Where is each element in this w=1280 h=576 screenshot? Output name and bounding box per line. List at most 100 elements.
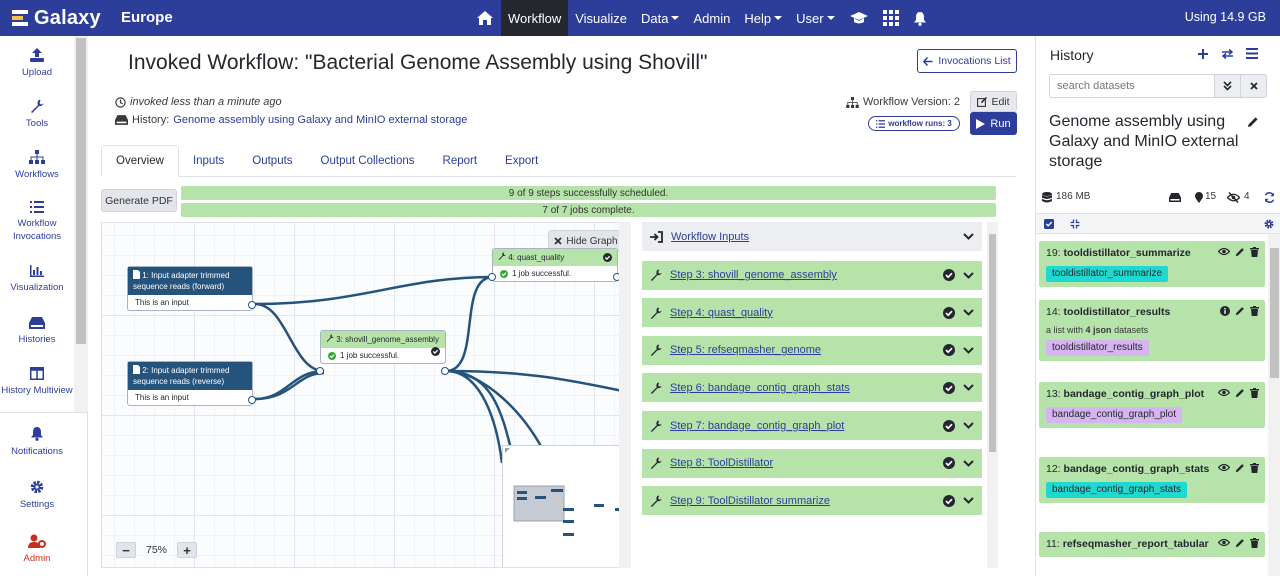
invocation-step[interactable]: Step 7: bandage_contig_graph_plot (642, 411, 982, 440)
refresh-icon[interactable] (1264, 192, 1275, 203)
step-label[interactable]: Step 5: refseqmasher_genome (670, 344, 935, 356)
invocation-step[interactable]: Step 9: ToolDistillator summarize (642, 486, 982, 516)
step-label[interactable]: Workflow Inputs (671, 231, 955, 243)
activity-notifications[interactable]: Notifications (0, 426, 74, 458)
info-icon[interactable] (1220, 306, 1230, 316)
hidden-count[interactable]: 4 (1244, 191, 1250, 202)
dataset-tag[interactable]: tooldistillator_results (1046, 340, 1149, 356)
tab-report[interactable]: Report (429, 145, 492, 177)
nav-help[interactable]: Help (737, 0, 789, 36)
nav-apps[interactable] (876, 0, 906, 36)
step-label[interactable]: Step 4: quast_quality (670, 307, 935, 319)
invocation-step[interactable]: Step 6: bandage_contig_graph_stats (642, 373, 982, 403)
history-scrollbar[interactable] (1268, 234, 1280, 576)
pencil-icon[interactable] (1235, 247, 1245, 257)
tab-output-collections[interactable]: Output Collections (307, 145, 429, 177)
generate-pdf-button[interactable]: Generate PDF (101, 189, 177, 212)
pencil-icon[interactable] (1235, 388, 1245, 398)
nav-user[interactable]: User (789, 0, 841, 36)
nav-data[interactable]: Data (634, 0, 686, 36)
history-dataset[interactable]: 11: refseqmasher_report_tabular (1039, 532, 1265, 557)
history-link[interactable]: Genome assembly using Galaxy and MinIO e… (173, 114, 467, 126)
activity-workflows[interactable]: Workflows (0, 150, 74, 181)
scrollbar-thumb[interactable] (76, 38, 86, 344)
graph-scrollbar[interactable] (619, 222, 631, 568)
nav-notifications[interactable] (906, 0, 934, 36)
check-square-icon[interactable] (1044, 219, 1054, 229)
activity-visualization[interactable]: Visualization (0, 265, 74, 294)
graph-node-quast[interactable]: 4: quast_quality 1 job successful. (488, 248, 621, 282)
tab-overview[interactable]: Overview (101, 145, 179, 177)
history-name[interactable]: Genome assembly using Galaxy and MinIO e… (1049, 112, 1239, 172)
trash-icon[interactable] (1250, 306, 1259, 316)
step-label[interactable]: Step 3: shovill_genome_assembly (670, 269, 935, 281)
eye-icon[interactable] (1218, 538, 1230, 547)
dataset-tag[interactable]: bandage_contig_graph_plot (1046, 407, 1182, 423)
gear-icon[interactable] (1264, 219, 1274, 229)
activity-tools[interactable]: Tools (0, 99, 74, 130)
activity-workflow-invocations[interactable]: Workflow Invocations (0, 201, 74, 243)
workflow-inputs-step[interactable]: Workflow Inputs (642, 222, 982, 251)
tab-inputs[interactable]: Inputs (179, 145, 238, 177)
trash-icon[interactable] (1250, 388, 1259, 398)
step-label[interactable]: Step 9: ToolDistillator summarize (670, 495, 935, 507)
input-terminal[interactable] (316, 367, 324, 375)
workflow-runs-badge[interactable]: workflow runs: 3 (868, 116, 960, 131)
output-terminal[interactable] (441, 367, 449, 375)
nav-admin[interactable]: Admin (686, 0, 737, 36)
activity-history-multiview[interactable]: History Multiview (0, 367, 74, 397)
tab-export[interactable]: Export (491, 145, 552, 177)
pencil-icon[interactable] (1247, 116, 1259, 128)
activity-histories[interactable]: Histories (0, 317, 74, 346)
zoom-out-button[interactable]: − (116, 542, 136, 558)
history-dataset[interactable]: 13: bandage_contig_graph_plot bandage_con… (1039, 382, 1265, 428)
activity-upload[interactable]: Upload (0, 48, 74, 79)
scrollbar-thumb[interactable] (989, 234, 996, 452)
workflow-graph[interactable]: Hide Graph 1: Input adapter trimmed sequ… (101, 222, 631, 568)
dataset-tag[interactable]: bandage_contig_graph_stats (1046, 482, 1187, 498)
activity-settings[interactable]: Settings (0, 480, 74, 511)
output-terminal[interactable] (248, 396, 256, 404)
history-dataset[interactable]: 19: tooldistillator_summarize tooldistill… (1039, 241, 1265, 287)
graph-node-input-reverse[interactable]: 2: Input adapter trimmed sequence reads … (127, 361, 256, 406)
advanced-search-toggle[interactable] (1214, 74, 1241, 98)
activity-admin[interactable]: Admin (0, 534, 74, 565)
trash-icon[interactable] (1250, 463, 1259, 473)
invocation-step[interactable]: Step 4: quast_quality (642, 298, 982, 328)
graph-node-shovill[interactable]: 3: shovill_genome_assembly 1 job success… (316, 330, 449, 375)
invocation-step[interactable]: Step 3: shovill_genome_assembly (642, 260, 982, 290)
plus-icon[interactable] (1197, 48, 1209, 60)
pencil-icon[interactable] (1235, 538, 1245, 548)
history-size[interactable]: 186 MB (1056, 191, 1090, 202)
history-dataset[interactable]: 14: tooldistillator_results a list with 4… (1039, 300, 1265, 361)
steps-scrollbar[interactable] (987, 222, 998, 568)
eye-icon[interactable] (1218, 388, 1230, 397)
exchange-icon[interactable] (1221, 48, 1234, 60)
nav-training[interactable] (842, 0, 876, 36)
trash-icon[interactable] (1250, 538, 1259, 548)
eye-icon[interactable] (1218, 247, 1230, 256)
quota-meter[interactable]: Using 14.9 GB (1185, 10, 1266, 24)
history-search-input[interactable] (1049, 74, 1215, 98)
pencil-icon[interactable] (1235, 463, 1245, 473)
clear-search-button[interactable] (1240, 74, 1267, 98)
shown-count[interactable]: 15 (1205, 191, 1216, 202)
invocations-list-button[interactable]: Invocations List (917, 49, 1017, 73)
compress-icon[interactable] (1070, 219, 1080, 229)
brand-link[interactable]: Galaxy (12, 5, 101, 31)
invocation-step[interactable]: Step 8: ToolDistillator (642, 448, 982, 478)
nav-workflow[interactable]: Workflow (501, 0, 569, 36)
step-label[interactable]: Step 7: bandage_contig_graph_plot (670, 420, 935, 432)
edit-workflow-button[interactable]: Edit (970, 91, 1017, 112)
history-dataset[interactable]: 12: bandage_contig_graph_stats bandage_co… (1039, 457, 1265, 503)
graph-node-input-forward[interactable]: 1: Input adapter trimmed sequence reads … (127, 266, 256, 311)
step-label[interactable]: Step 8: ToolDistillator (670, 457, 935, 469)
zoom-in-button[interactable]: + (177, 542, 198, 558)
eye-icon[interactable] (1218, 463, 1230, 472)
invocation-step[interactable]: Step 5: refseqmasher_genome (642, 335, 982, 365)
output-terminal[interactable] (248, 301, 256, 309)
hdd-icon[interactable] (1169, 193, 1181, 202)
pencil-icon[interactable] (1235, 306, 1245, 316)
graph-minimap[interactable] (502, 445, 630, 567)
nav-home[interactable] (469, 0, 501, 36)
